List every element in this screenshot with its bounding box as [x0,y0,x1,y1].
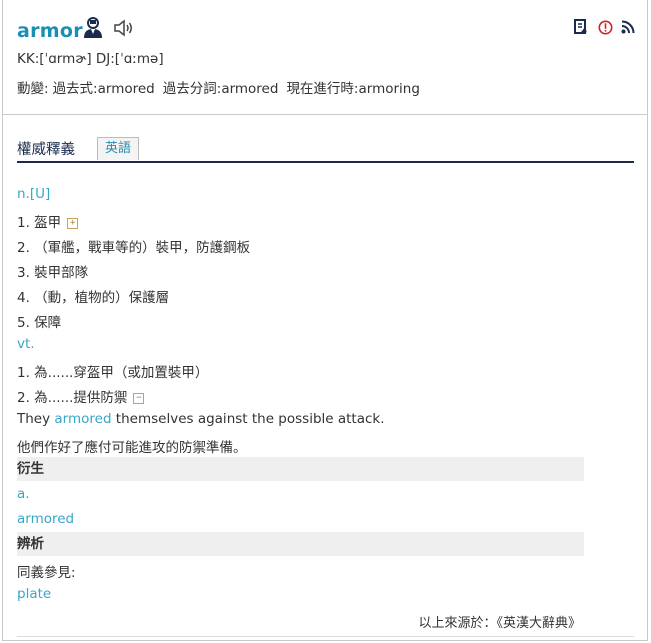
person-icon[interactable] [83,17,103,43]
example-highlight-link[interactable]: armored [54,411,111,427]
add-to-wordbook-icon[interactable] [573,19,589,39]
collapse-icon[interactable]: − [133,392,145,404]
section-analysis: 辨析 [17,532,584,556]
synonym-label: 同義參見: [17,565,76,581]
source-note: 以上來源於：《英漢大辭典》 [418,616,581,631]
sense-item: 5. 保障 [17,315,62,331]
sense-item: 4. （動，植物的）保護層 [17,290,170,306]
sense-item: 1. 盔甲 + [17,211,79,231]
word-header: armor KK:[ˈɑrmɚ] DJ:[ˈɑːmə] 動變: 過去式:armo… [3,0,647,115]
tab-english[interactable]: 英語 [97,137,139,160]
example-sentence: They armored themselves against the poss… [17,411,385,427]
sense-item: 2. （軍艦，戰車等的）裝甲，防護鋼板 [17,240,251,256]
sense-item: 1. 為......穿盔甲（或加置裝甲） [17,365,209,381]
tab-authoritative[interactable]: 權威釋義 [17,138,75,159]
header-tools [569,19,635,39]
headword: armor [17,20,83,42]
section-derived: 衍生 [17,457,584,481]
form-past-participle: 過去分詞:armored [162,81,279,97]
example-translation: 他們作好了應付可能進攻的防禦準備。 [17,440,247,456]
divider [17,636,634,637]
pos-verb: vt. [17,336,35,352]
form-present-participle: 現在進行時:armoring [286,81,420,97]
report-error-icon[interactable] [598,20,613,39]
pronunciation: KK:[ˈɑrmɚ] DJ:[ˈɑːmə] [17,51,164,67]
forms-label: 動變: [17,81,49,97]
rss-icon[interactable] [621,20,635,38]
expand-icon[interactable]: + [67,217,79,229]
form-past: 過去式:armored [52,81,155,97]
definition-tabs: 權威釋義 英語 [17,135,634,163]
synonym-link[interactable]: plate [17,586,51,602]
dictionary-panel: armor KK:[ˈɑrmɚ] DJ:[ˈɑːmə] 動變: 過去式:armo… [2,0,648,641]
derived-word-link[interactable]: armored [17,511,74,527]
verb-forms: 動變: 過去式:armored 過去分詞:armored 現在進行時:armoring [17,77,428,97]
speaker-icon[interactable] [113,19,135,41]
sense-item: 3. 裝甲部隊 [17,265,89,281]
sense-item: 2. 為......提供防禦 − [17,386,145,406]
derived-pos: a. [17,486,30,502]
pos-noun: n.[U] [17,186,51,202]
